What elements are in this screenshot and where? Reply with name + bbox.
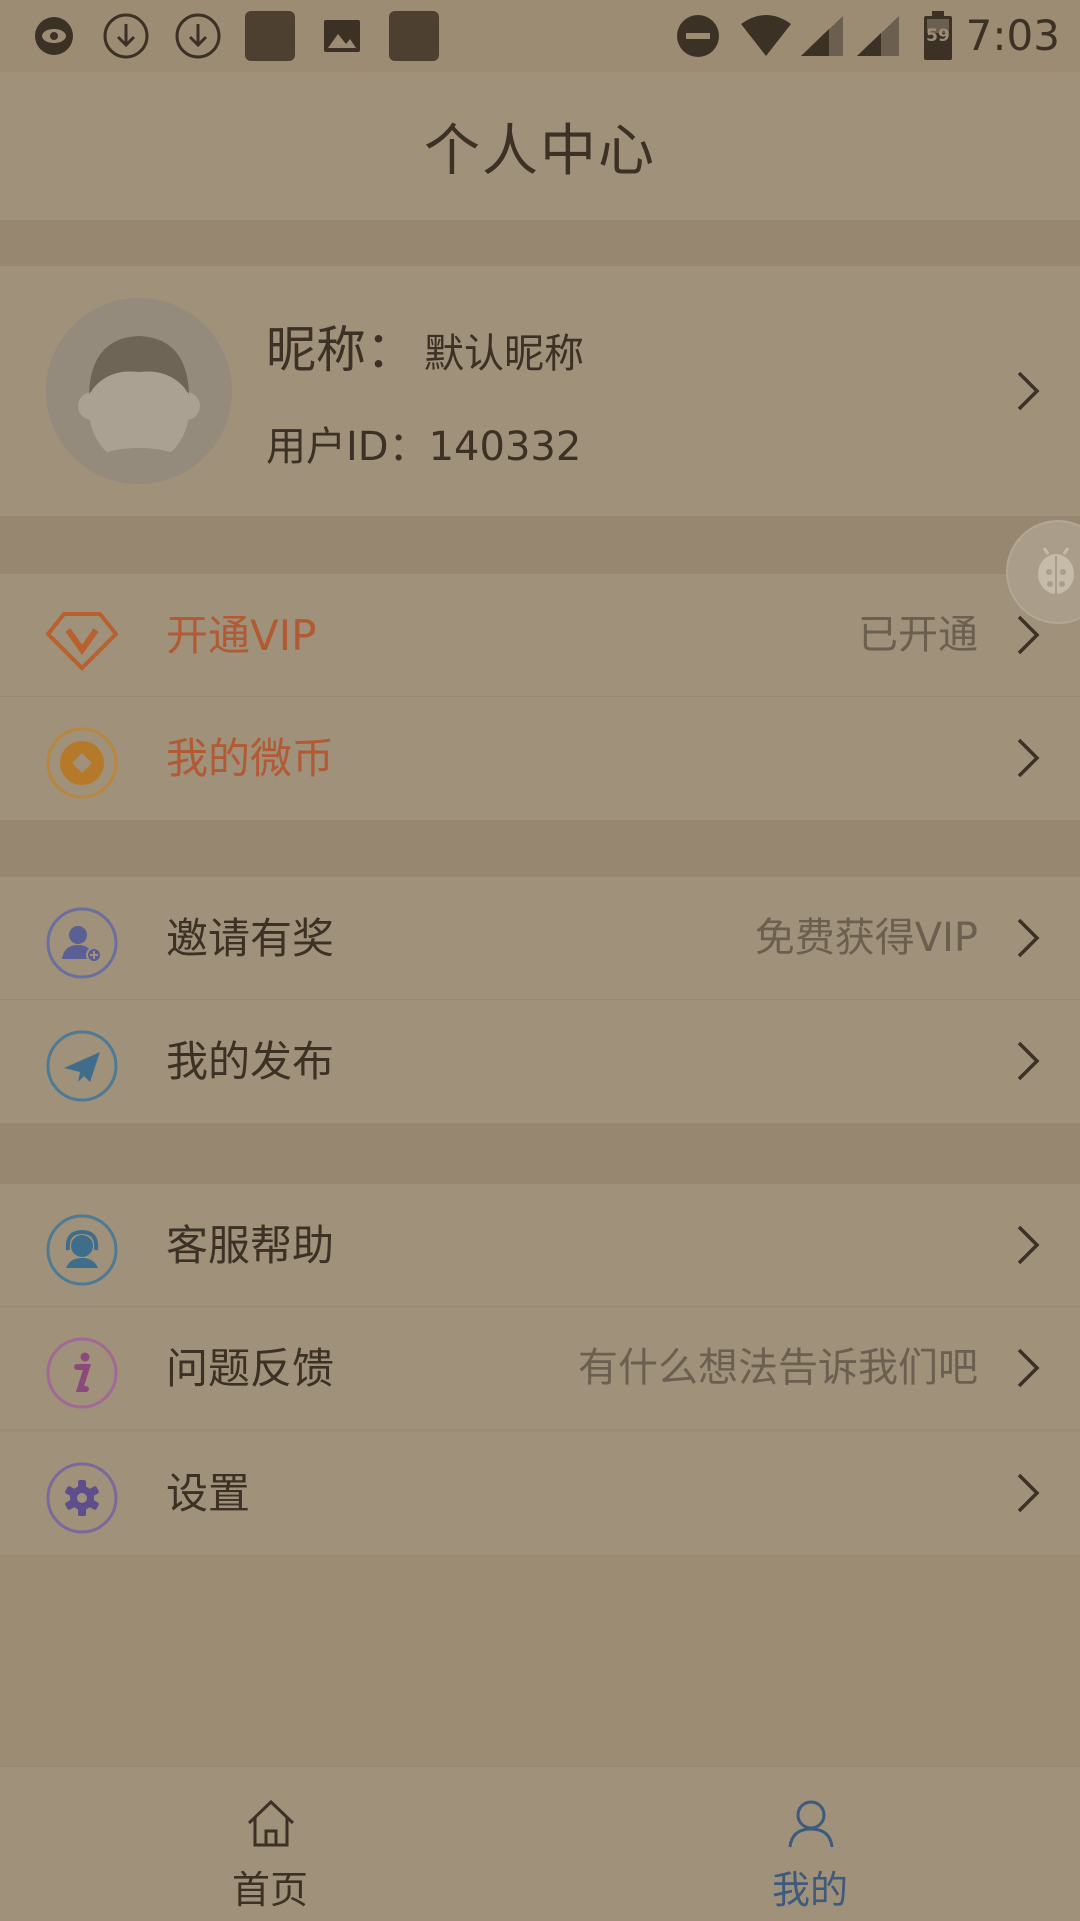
battery-level-text: 59 [926, 26, 950, 46]
menu-label-invite: 邀请有奖 [166, 914, 335, 963]
menu-row-vip[interactable]: 开通VIP 已开通 [0, 574, 1080, 697]
info-icon [46, 1337, 118, 1409]
image-icon [316, 10, 368, 62]
user-icon [788, 1800, 834, 1848]
chevron-right-icon [1017, 1041, 1040, 1081]
customer-service-icon [46, 1214, 118, 1286]
menu-row-feedback[interactable]: 问题反馈 有什么想法告诉我们吧 [0, 1307, 1080, 1430]
wifi-icon [740, 10, 792, 62]
menu-label-feedback: 问题反馈 [166, 1344, 335, 1393]
do-not-disturb-icon [672, 10, 724, 62]
app-icon [244, 10, 296, 62]
user-id-value: 140332 [428, 424, 582, 470]
signal-icon [796, 10, 848, 62]
default-avatar-icon [46, 298, 232, 484]
chevron-right-icon [1017, 1473, 1040, 1513]
coin-icon [46, 727, 118, 799]
chevron-right-icon [1017, 371, 1040, 411]
nickname-value: 默认昵称 [424, 331, 584, 377]
paper-plane-icon [46, 1030, 118, 1102]
signal-icon [852, 10, 904, 62]
download-icon [100, 10, 152, 62]
menu-row-invite[interactable]: 邀请有奖 免费获得VIP [0, 877, 1080, 1000]
chevron-right-icon [1017, 918, 1040, 958]
chevron-right-icon [1017, 615, 1040, 655]
user-id-label: 用户ID： [266, 424, 429, 470]
chevron-right-icon [1017, 1348, 1040, 1388]
page-title: 个人中心 [424, 118, 656, 184]
bug-icon [1038, 547, 1074, 594]
tab-mine[interactable]: 我的 [540, 1767, 1080, 1921]
nickname-row: 昵称： 默认昵称 [266, 310, 584, 382]
section-gap [0, 820, 1080, 877]
profile-card[interactable]: 昵称： 默认昵称 用户ID：140332 [0, 266, 1080, 516]
chevron-right-icon [1017, 1225, 1040, 1265]
section-gap [0, 516, 1080, 574]
tab-label-mine: 我的 [771, 1868, 848, 1912]
nickname-label: 昵称： [266, 321, 416, 379]
menu-row-publish[interactable]: 我的发布 [0, 1000, 1080, 1123]
tab-home[interactable]: 首页 [0, 1767, 540, 1921]
download-icon [172, 10, 224, 62]
menu-label-coins: 我的微币 [166, 734, 335, 783]
section-gap [0, 1123, 1080, 1184]
avatar[interactable] [46, 298, 232, 484]
menu-row-settings[interactable]: 设置 [0, 1432, 1080, 1555]
section-gap [0, 220, 1080, 266]
battery-icon: 59 [912, 10, 964, 62]
vip-diamond-icon [46, 612, 118, 671]
eye-icon [28, 10, 80, 62]
menu-label-vip: 开通VIP [166, 611, 317, 660]
app-icon [388, 10, 440, 62]
menu-value-feedback: 有什么想法告诉我们吧 [578, 1345, 978, 1391]
gear-icon [46, 1462, 118, 1534]
chevron-right-icon [1017, 738, 1040, 778]
menu-row-coins[interactable]: 我的微币 [0, 697, 1080, 820]
divider [0, 1429, 1080, 1430]
user-id-row: 用户ID：140332 [266, 414, 581, 472]
status-bar: 59 7:03 [0, 0, 1080, 72]
menu-row-support[interactable]: 客服帮助 [0, 1184, 1080, 1307]
clock-time: 7:03 [965, 11, 1060, 60]
menu-label-support: 客服帮助 [166, 1221, 335, 1270]
menu-label-settings: 设置 [166, 1469, 251, 1518]
tab-label-home: 首页 [231, 1868, 308, 1912]
home-icon [247, 1799, 295, 1847]
menu-value-invite: 免费获得VIP [754, 915, 978, 961]
invite-user-icon [46, 907, 118, 979]
title-bar: 个人中心 [0, 72, 1080, 220]
menu-label-publish: 我的发布 [166, 1037, 335, 1086]
bottom-tab-bar: 首页 我的 [0, 1766, 1080, 1921]
menu-value-vip: 已开通 [858, 612, 978, 658]
